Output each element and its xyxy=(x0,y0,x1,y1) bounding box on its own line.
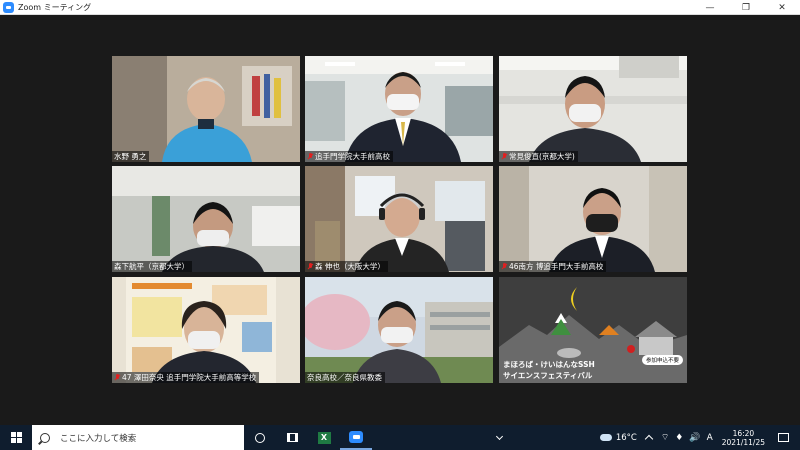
muted-mic-icon xyxy=(307,263,313,270)
weather-widget[interactable]: 16°C xyxy=(597,425,640,450)
video-feed-7 xyxy=(112,277,300,383)
video-tile-6[interactable]: 46南方 博追手門大手前高校 xyxy=(499,166,687,272)
participant-name-tag: 森下航平（京都大学） xyxy=(112,261,192,272)
poster-title-line1: まほろば・けいはんなSSH xyxy=(503,360,595,369)
notification-center-button[interactable] xyxy=(771,425,800,450)
search-placeholder: ここに入力して検索 xyxy=(60,433,137,444)
windows-taskbar: ここに入力して検索 X 16°C ⌔ ♦ 🔊 A 16:20 2021/11/2… xyxy=(0,425,800,450)
video-tile-1[interactable]: 水野 勇之 xyxy=(112,56,300,162)
excel-icon: X xyxy=(317,431,331,444)
video-feed-3 xyxy=(499,56,687,162)
caret-up-icon xyxy=(644,434,654,444)
window-title: Zoom ミーティング xyxy=(18,2,92,12)
speaker-icon: 🔊 xyxy=(689,432,701,443)
system-tray: 16°C ⌔ ♦ 🔊 A 16:20 2021/11/25 xyxy=(597,425,800,450)
chevron-down-icon xyxy=(495,432,503,440)
muted-mic-icon xyxy=(114,374,120,381)
participant-name-tag: 水野 勇之 xyxy=(112,151,150,162)
video-tile-9-poster[interactable]: まほろば・けいはんなSSH サイエンスフェスティバル 参加申込不要 xyxy=(499,277,687,383)
task-view-button[interactable] xyxy=(276,425,308,450)
participant-name: 常見俊直(京都大学) xyxy=(509,152,575,161)
volume-tray-button[interactable]: 🔊 xyxy=(686,425,703,450)
start-button[interactable] xyxy=(0,425,32,450)
video-feed-1 xyxy=(112,56,300,162)
participant-name-tag: 常見俊直(京都大学) xyxy=(499,151,578,162)
zoom-taskbar-button[interactable] xyxy=(340,425,372,450)
clock-date: 2021/11/25 xyxy=(721,437,765,447)
cortana-icon xyxy=(255,432,265,443)
clock-time: 16:20 xyxy=(732,428,755,438)
participant-name: 森下航平（京都大学） xyxy=(114,262,189,271)
excel-taskbar-button[interactable]: X xyxy=(308,425,340,450)
participant-name-tag: 奈良高校／奈良県教委 xyxy=(305,372,385,383)
video-tile-4[interactable]: 森下航平（京都大学） xyxy=(112,166,300,272)
search-icon xyxy=(40,432,50,443)
participant-name: 森 伸也（大阪大学） xyxy=(315,262,385,271)
video-feed-2 xyxy=(305,56,493,162)
participant-name-tag: 森 伸也（大阪大学） xyxy=(305,261,388,272)
participant-name-tag: 追手門学院大手前高校 xyxy=(305,151,393,162)
muted-mic-icon xyxy=(307,153,313,160)
weather-temperature: 16°C xyxy=(615,432,637,443)
video-tile-3[interactable]: 常見俊直(京都大学) xyxy=(499,56,687,162)
cortana-button[interactable] xyxy=(244,425,276,450)
video-feed-5 xyxy=(305,166,493,272)
taskbar-clock[interactable]: 16:20 2021/11/25 xyxy=(716,429,771,447)
notification-icon xyxy=(778,433,789,442)
participant-name: 水野 勇之 xyxy=(114,152,147,161)
maximize-button[interactable]: ❐ xyxy=(728,0,764,15)
taskbar-search-box[interactable]: ここに入力して検索 xyxy=(32,425,244,450)
ime-icon: A xyxy=(706,432,713,443)
cloud-icon xyxy=(599,434,612,441)
mic-tray-button[interactable]: ♦ xyxy=(672,425,686,450)
poster-title-line2: サイエンスフェスティバル xyxy=(503,371,593,380)
windows-logo-icon xyxy=(10,432,22,443)
video-tile-5-active-speaker[interactable]: 森 伸也（大阪大学） xyxy=(305,166,493,272)
participant-name: 47 澤田奈央 追手門学院大手前高等学校 xyxy=(122,373,257,382)
zoom-app-icon xyxy=(3,1,14,13)
microphone-icon: ♦ xyxy=(675,432,684,443)
network-icon: ⌔ xyxy=(660,433,670,443)
video-feed-4 xyxy=(112,166,300,272)
taskbar-overflow-button[interactable] xyxy=(494,425,504,450)
participant-name-tag: 47 澤田奈央 追手門学院大手前高等学校 xyxy=(112,372,260,383)
participant-name: 追手門学院大手前高校 xyxy=(315,152,390,161)
muted-mic-icon xyxy=(501,263,507,270)
window-title-bar: Zoom ミーティング — ❐ ✕ xyxy=(0,0,800,15)
participant-name: 46南方 博追手門大手前高校 xyxy=(509,262,604,271)
muted-mic-icon xyxy=(501,153,507,160)
ime-tray-button[interactable]: A xyxy=(704,425,716,450)
video-tile-7[interactable]: 47 澤田奈央 追手門学院大手前高等学校 xyxy=(112,277,300,383)
minimize-button[interactable]: — xyxy=(692,0,728,15)
show-hidden-icons-button[interactable] xyxy=(640,425,658,450)
poster-badge: 参加申込不要 xyxy=(641,355,683,365)
task-view-icon xyxy=(286,433,298,442)
video-feed-8 xyxy=(305,277,493,383)
zoom-icon xyxy=(349,430,363,443)
network-tray-button[interactable]: ⌔ xyxy=(658,425,672,450)
window-controls: — ❐ ✕ xyxy=(692,0,800,15)
video-feed-6 xyxy=(499,166,687,272)
gallery-view: 水野 勇之 追手門学院大手前高校 常見俊直(京都大学) 森下航平（京都大学） 森… xyxy=(0,15,800,425)
participant-name-tag: 46南方 博追手門大手前高校 xyxy=(499,261,607,272)
close-button[interactable]: ✕ xyxy=(764,0,800,15)
video-tile-2[interactable]: 追手門学院大手前高校 xyxy=(305,56,493,162)
video-tile-8[interactable]: 奈良高校／奈良県教委 xyxy=(305,277,493,383)
participant-name: 奈良高校／奈良県教委 xyxy=(307,373,382,382)
